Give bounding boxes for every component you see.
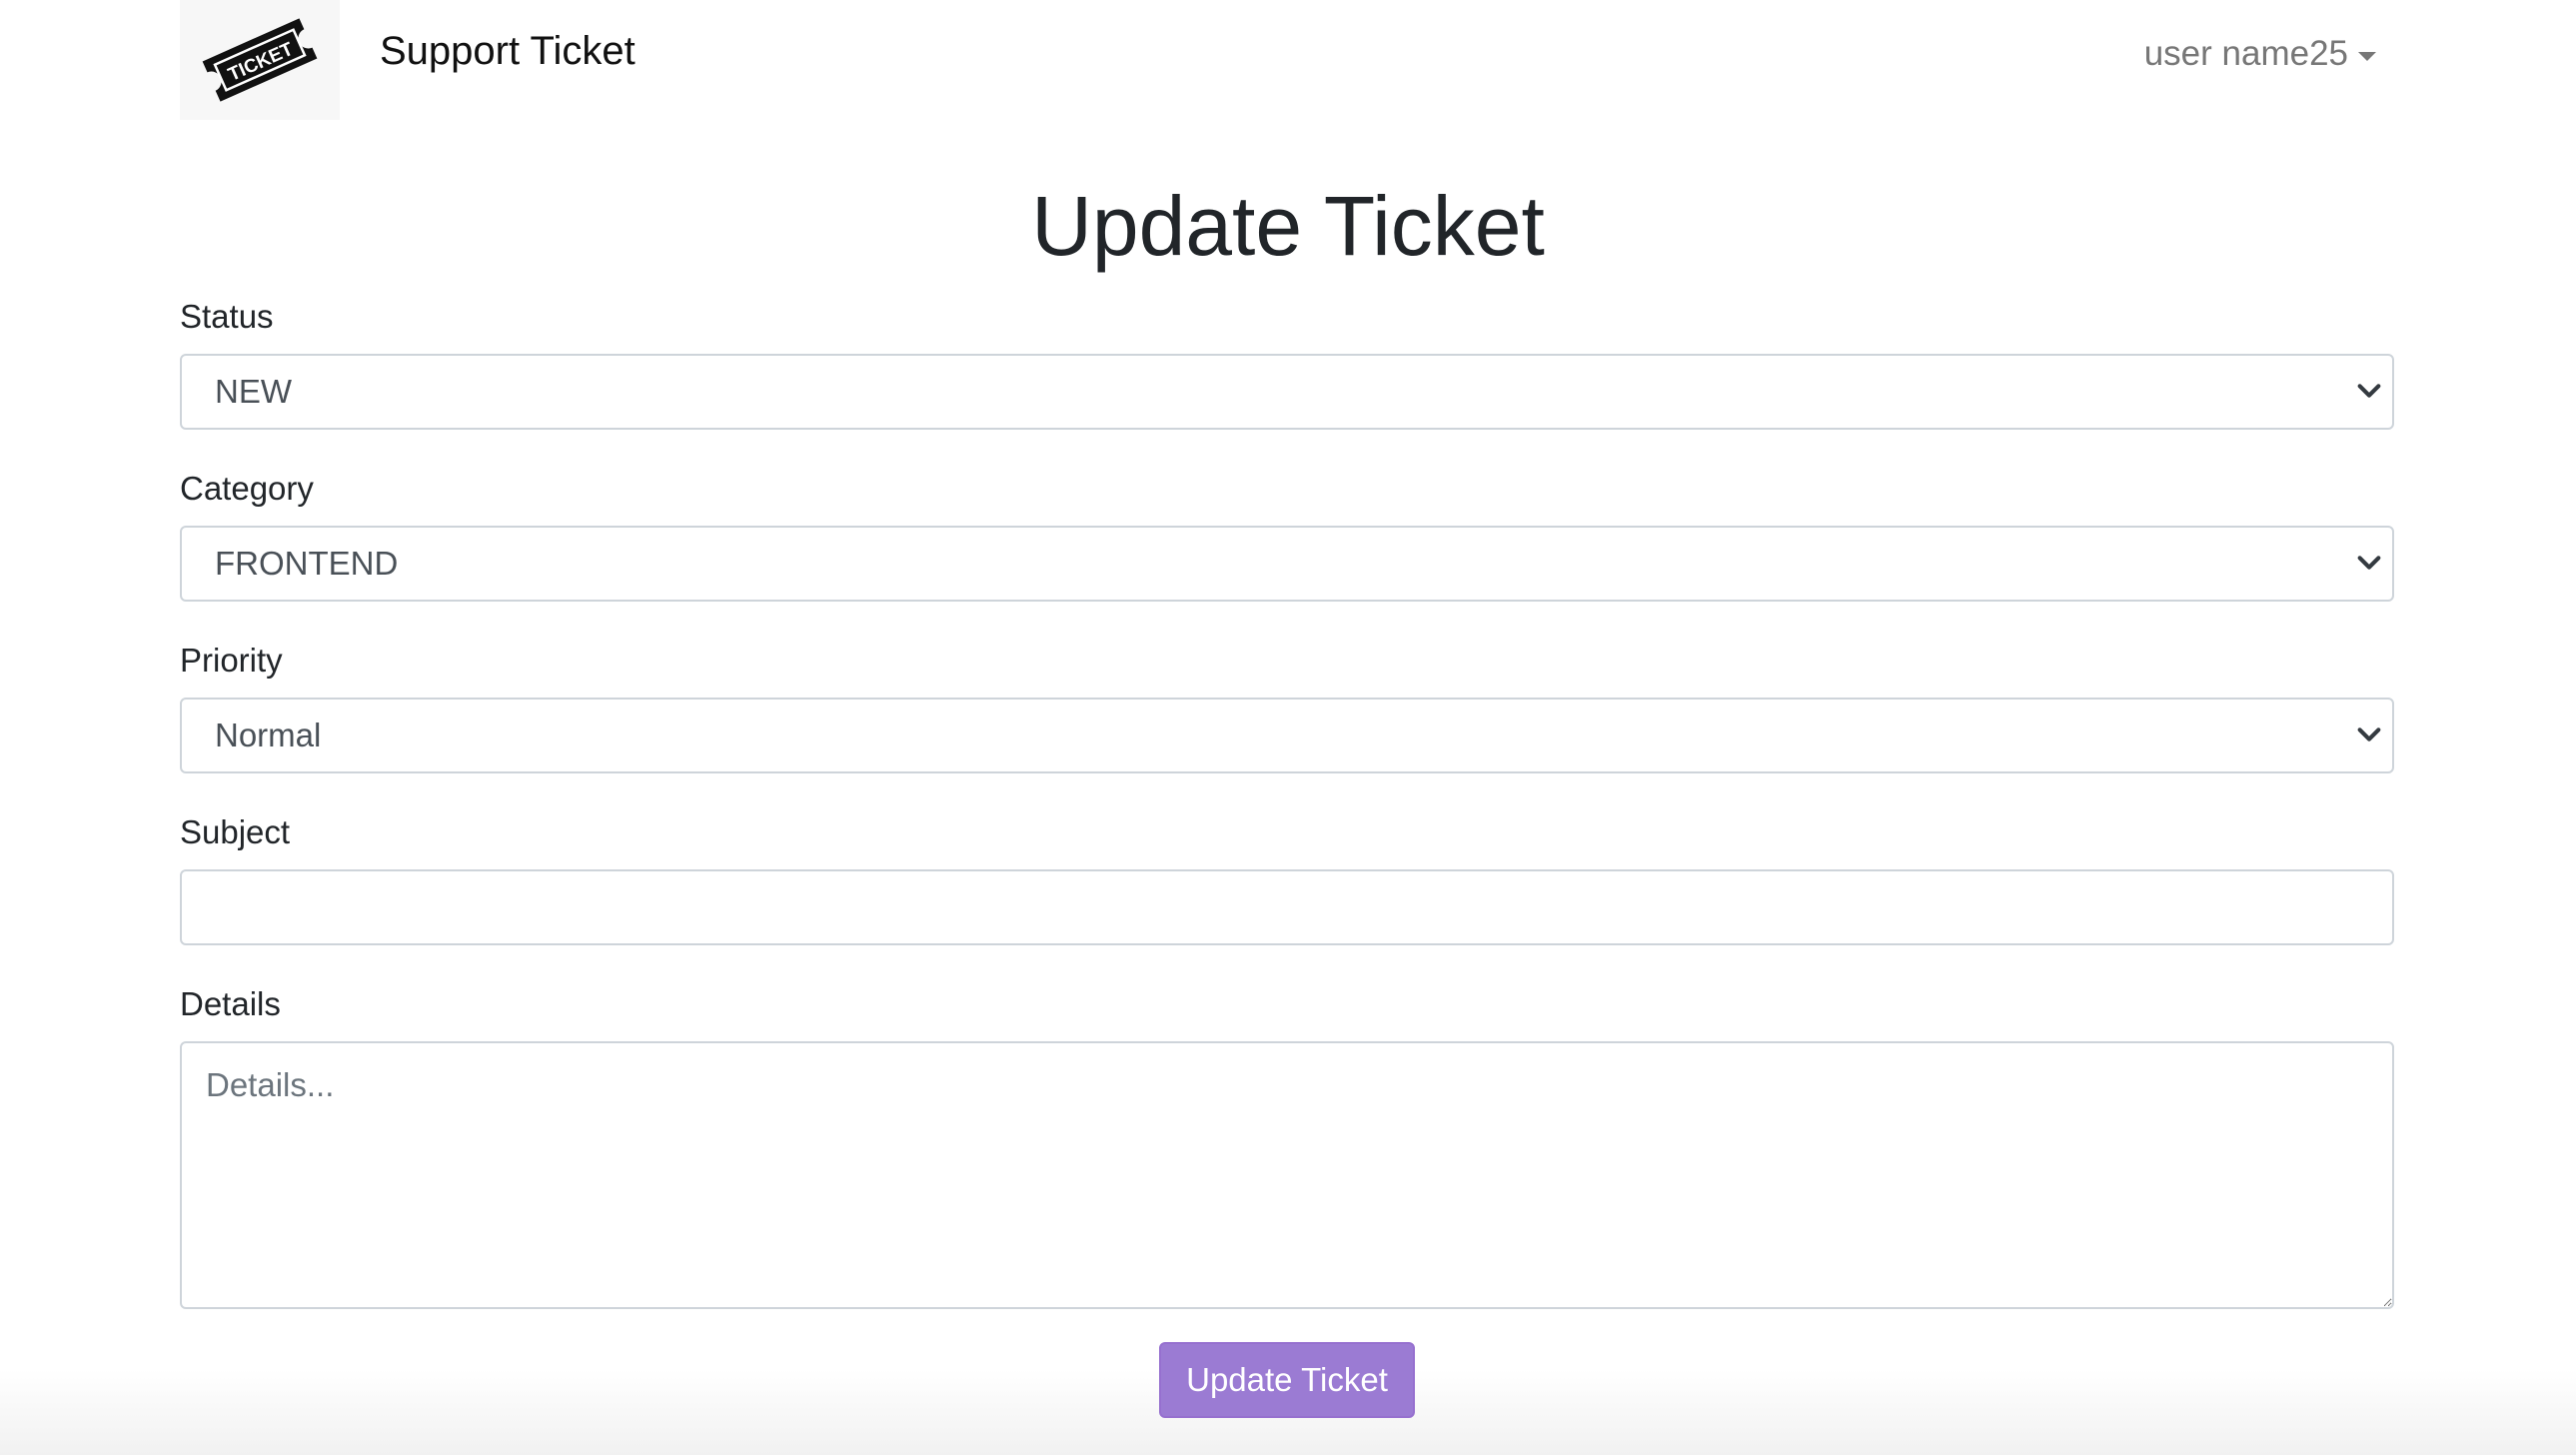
navbar: TICKET Support Ticket user name25 [0, 0, 2576, 120]
status-select-value: NEW [215, 373, 292, 410]
priority-select[interactable]: Normal [180, 698, 2394, 773]
brand-title[interactable]: Support Ticket [380, 24, 636, 78]
chevron-down-icon [2357, 728, 2381, 741]
chevron-down-icon [2357, 384, 2381, 398]
subject-input[interactable] [180, 869, 2394, 945]
priority-select-value: Normal [215, 717, 322, 753]
category-label: Category [180, 470, 314, 507]
status-label: Status [180, 298, 274, 335]
subject-label: Subject [180, 813, 291, 850]
priority-label: Priority [180, 642, 283, 679]
category-select[interactable]: FRONTEND [180, 526, 2394, 602]
page-title: Update Ticket [1031, 179, 1545, 273]
page: TICKET Support Ticket user name25 Update… [0, 0, 2576, 1455]
user-menu-label: user name25 [2143, 34, 2348, 73]
brand-logo[interactable]: TICKET [180, 0, 340, 120]
chevron-down-icon [2357, 556, 2381, 570]
update-ticket-button[interactable]: Update Ticket [1159, 1342, 1415, 1418]
user-menu-dropdown[interactable]: user name25 [2144, 30, 2376, 78]
details-label: Details [180, 985, 281, 1022]
ticket-logo-icon: TICKET [202, 18, 318, 102]
caret-down-icon [2358, 51, 2376, 61]
category-select-value: FRONTEND [215, 545, 399, 582]
status-select[interactable]: NEW [180, 354, 2394, 430]
details-textarea[interactable] [180, 1041, 2394, 1309]
